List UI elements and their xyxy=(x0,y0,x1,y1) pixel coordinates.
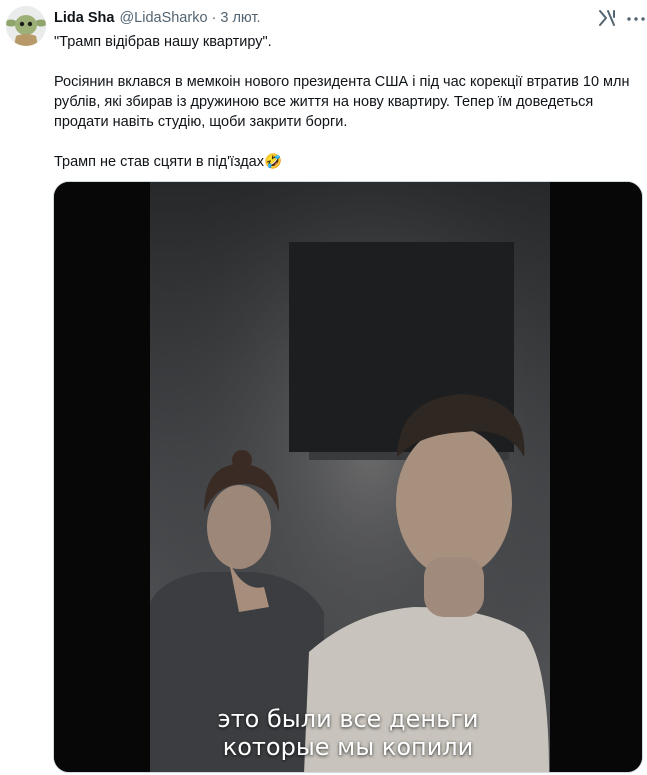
video-frame xyxy=(54,182,642,772)
tweet-line-joke: Трамп не став сцяти в під'їздах🤣 xyxy=(54,154,283,170)
video-caption-line-1: это были все деньги xyxy=(217,705,479,733)
author-name[interactable]: Lida Sha xyxy=(54,10,114,26)
baby-yoda-avatar-icon xyxy=(6,6,46,46)
tweet-text: "Трамп відібрав нашу квартиру". Росіянин… xyxy=(54,32,634,172)
tweet-paragraph: Росіянин вклався в мемкоін нового презид… xyxy=(54,74,630,130)
tweet-line-quote: "Трамп відібрав нашу квартиру". xyxy=(54,34,272,50)
video-caption-line-2: которые мы копили xyxy=(222,733,474,761)
tweet-date[interactable]: 3 лют. xyxy=(220,10,260,26)
video-player[interactable]: это были все деньги которые мы копили xyxy=(53,181,643,773)
author-handle[interactable]: @LidaSharko xyxy=(119,10,207,26)
grok-icon[interactable] xyxy=(597,8,617,28)
separator-dot: · xyxy=(211,10,217,26)
tweet-header: Lida Sha @LidaSharko · 3 лют. xyxy=(54,8,261,28)
more-dots-icon[interactable] xyxy=(626,16,646,22)
tweet-card[interactable]: Lida Sha @LidaSharko · 3 лют. "Трамп від… xyxy=(0,0,647,775)
avatar[interactable] xyxy=(6,6,46,46)
